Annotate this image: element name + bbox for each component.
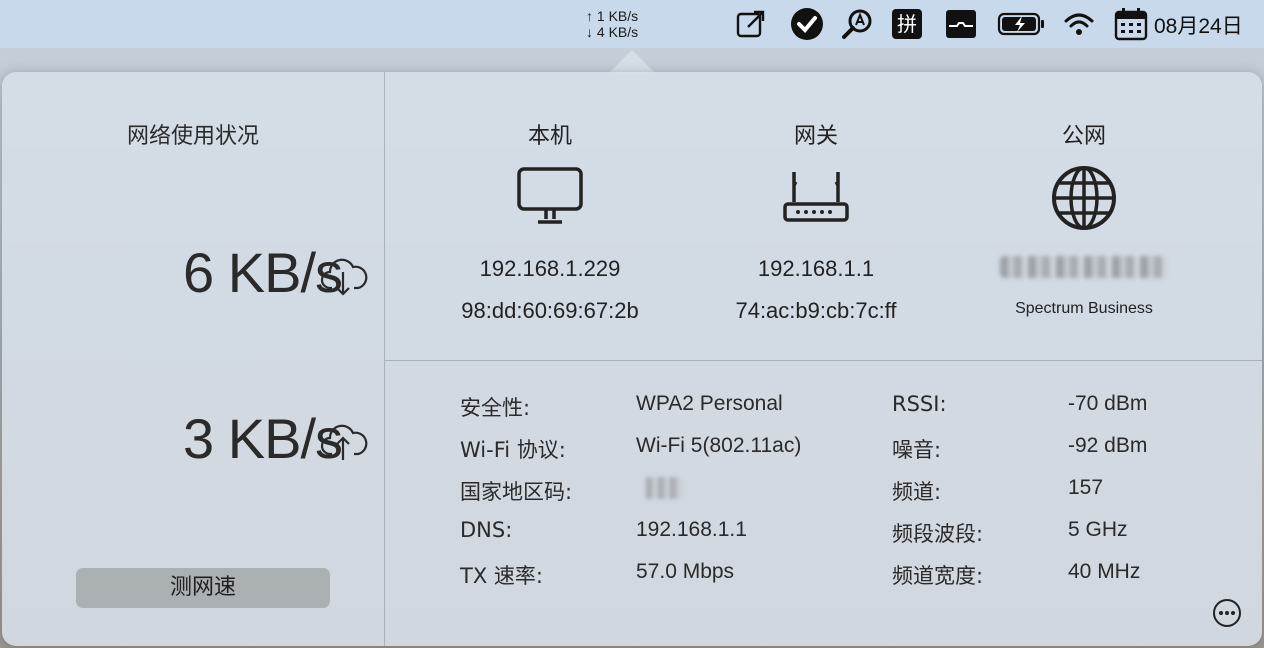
dns-label: DNS: bbox=[460, 518, 513, 542]
cloud-download-icon bbox=[320, 256, 368, 296]
menubar-network-speed[interactable]: ↑ 1 KB/s ↓ 4 KB/s bbox=[586, 8, 676, 40]
security-label: 安全性: bbox=[460, 396, 531, 420]
country-code-redacted bbox=[646, 477, 682, 499]
wifi-icon[interactable] bbox=[1062, 8, 1096, 40]
battery-charging-icon[interactable] bbox=[996, 8, 1046, 40]
gateway-ip-address: 192.168.1.1 bbox=[757, 256, 875, 281]
search-app-icon[interactable] bbox=[840, 8, 874, 40]
noise-value: -92 dBm bbox=[1068, 434, 1148, 457]
local-ip-address: 192.168.1.229 bbox=[479, 256, 621, 281]
more-options-icon[interactable] bbox=[1212, 598, 1242, 628]
public-ip-redacted bbox=[954, 256, 1214, 284]
redacted-ip-mask bbox=[1000, 256, 1168, 278]
channel-value: 157 bbox=[1068, 476, 1104, 499]
band-label: 频段波段: bbox=[892, 522, 984, 546]
gateway-mac-address: 74:ac:b9:cb:7c:ff bbox=[735, 298, 897, 323]
band-value: 5 GHz bbox=[1068, 518, 1128, 541]
channel-label: 频道: bbox=[892, 480, 942, 504]
pinyin-input-label: 拼 bbox=[892, 9, 922, 39]
upload-speed-value: 3 KB/s bbox=[183, 407, 343, 470]
dns-value: 192.168.1.1 bbox=[636, 518, 747, 541]
download-speed-value: 6 KB/s bbox=[183, 241, 343, 304]
menubar-upload-speed: ↑ 1 KB/s bbox=[586, 8, 639, 24]
device-public-title: 公网 bbox=[1061, 124, 1106, 149]
wifi-protocol-label: Wi-Fi 协议: bbox=[460, 438, 566, 462]
router-icon bbox=[686, 166, 946, 236]
network-popover: 网络使用状况 6 KB/s 3 KB/s 测网速 本机 192.168.1.22… bbox=[2, 72, 1262, 646]
country-code-label: 国家地区码: bbox=[460, 480, 573, 504]
menu-bar: ↑ 1 KB/s ↓ 4 KB/s 拼 08月24日 bbox=[0, 0, 1264, 48]
tx-rate-value: 57.0 Mbps bbox=[636, 560, 735, 583]
network-monitor-icon[interactable] bbox=[944, 8, 978, 40]
speed-test-button[interactable]: 测网速 bbox=[76, 568, 330, 608]
network-usage-title: 网络使用状况 bbox=[126, 124, 259, 149]
share-icon[interactable] bbox=[734, 8, 768, 40]
channel-width-label: 频道宽度: bbox=[892, 564, 984, 588]
local-mac-address: 98:dd:60:69:67:2b bbox=[461, 298, 639, 323]
globe-icon bbox=[954, 166, 1214, 236]
device-gateway-title: 网关 bbox=[793, 124, 838, 149]
isp-name: Spectrum Business bbox=[1015, 300, 1153, 317]
monitor-icon bbox=[420, 166, 680, 236]
security-value: WPA2 Personal bbox=[636, 392, 783, 415]
tx-rate-label: TX 速率: bbox=[460, 564, 543, 588]
wifi-protocol-value: Wi-Fi 5(802.11ac) bbox=[636, 434, 802, 457]
popover-pointer bbox=[608, 50, 656, 74]
calendar-icon[interactable] bbox=[1114, 8, 1148, 41]
menubar-download-speed: ↓ 4 KB/s bbox=[586, 24, 639, 40]
noise-label: 噪音: bbox=[892, 438, 942, 462]
vertical-divider bbox=[384, 72, 385, 646]
horizontal-divider bbox=[385, 360, 1262, 361]
channel-width-value: 40 MHz bbox=[1068, 560, 1141, 583]
check-circle-icon[interactable] bbox=[790, 8, 824, 40]
cloud-upload-icon bbox=[320, 422, 368, 462]
rssi-value: -70 dBm bbox=[1068, 392, 1148, 415]
menubar-date[interactable]: 08月24日 bbox=[1154, 10, 1243, 40]
rssi-label: RSSI: bbox=[892, 392, 947, 416]
pinyin-input-icon[interactable]: 拼 bbox=[890, 8, 924, 40]
device-local-title: 本机 bbox=[527, 124, 572, 149]
